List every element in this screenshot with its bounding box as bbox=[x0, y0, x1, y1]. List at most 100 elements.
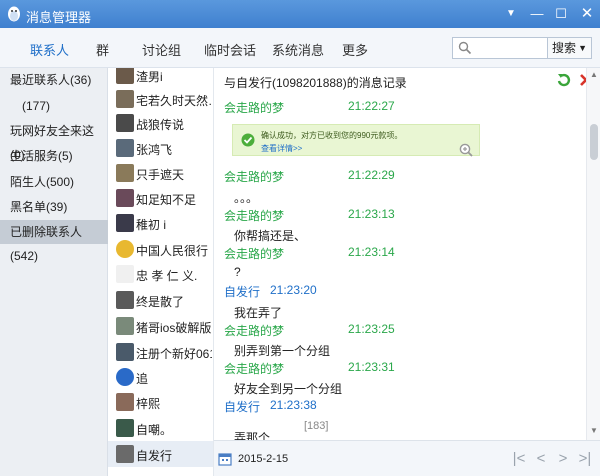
payment-card[interactable]: 确认成功，对方已收到您的990元款项。 查看详情>> bbox=[232, 124, 480, 156]
message-record: 与自发行(1098201888)的消息记录 会走路的梦 21:22:27 确认成… bbox=[214, 68, 586, 440]
contact-item[interactable]: 只手遮天 bbox=[108, 160, 213, 186]
scroll-up-arrow[interactable]: ▲ bbox=[587, 70, 600, 82]
avatar bbox=[116, 265, 134, 283]
contact-item[interactable]: 知足知不足 bbox=[108, 185, 213, 211]
search-button-label: 搜索 bbox=[552, 41, 577, 55]
last-page-button[interactable]: >| bbox=[576, 449, 594, 469]
record-title: 与自发行(1098201888)的消息记录 bbox=[224, 76, 407, 90]
tab-groups[interactable]: 群 bbox=[96, 40, 109, 59]
contact-name: 梓熙 bbox=[136, 397, 161, 411]
message-time: 21:22:27 bbox=[348, 99, 395, 113]
title-bar: 消息管理器 ▼ — ☐ ✕ bbox=[0, 0, 600, 28]
minimize-button[interactable]: — bbox=[526, 4, 548, 24]
sender-name: 会走路的梦 bbox=[224, 209, 285, 223]
next-page-button[interactable]: > bbox=[554, 449, 572, 469]
contact-item[interactable]: 注册个新好0618 bbox=[108, 339, 213, 365]
first-page-button[interactable]: |< bbox=[510, 449, 528, 469]
avatar bbox=[116, 90, 134, 108]
contact-item[interactable]: 张鸿飞 bbox=[108, 135, 213, 161]
category-life-services[interactable]: 生活服务(5) bbox=[0, 144, 108, 168]
window-menu-button[interactable]: ▼ bbox=[500, 4, 522, 24]
contact-item[interactable]: 宅若久时天然… bbox=[108, 86, 213, 112]
refresh-icon[interactable] bbox=[556, 72, 572, 88]
search-icon bbox=[458, 41, 472, 55]
message-text: 好友全到另一个分组 bbox=[234, 382, 343, 396]
scroll-down-arrow[interactable]: ▼ bbox=[587, 426, 600, 438]
message-time: 21:23:13 bbox=[348, 207, 395, 221]
message-time: 21:23:38 bbox=[270, 398, 317, 412]
message-time: 21:23:31 bbox=[348, 360, 395, 374]
avatar bbox=[116, 419, 134, 437]
avatar bbox=[116, 317, 134, 335]
category-gaming-friends[interactable]: 玩网好友全来这(0) bbox=[0, 119, 108, 162]
message-text: ? bbox=[234, 265, 241, 279]
avatar bbox=[116, 445, 134, 463]
sender-name: 会走路的梦 bbox=[224, 362, 285, 376]
message-time: 21:22:29 bbox=[348, 168, 395, 182]
delete-icon[interactable] bbox=[578, 72, 586, 88]
message-text: 我在弄了 bbox=[234, 306, 283, 320]
category-panel: 最近联系人(36) (177) 玩网好友全来这(0) 生活服务(5) 陌生人(5… bbox=[0, 68, 108, 476]
contact-item[interactable]: 自嘲。 bbox=[108, 415, 213, 441]
contact-item[interactable]: 猪哥ios破解版… bbox=[108, 313, 213, 339]
contact-item[interactable]: 稚初 i bbox=[108, 210, 213, 236]
contact-item[interactable]: 追 bbox=[108, 364, 213, 390]
close-button[interactable]: ✕ bbox=[576, 4, 598, 24]
avatar bbox=[116, 368, 134, 386]
scroll-thumb[interactable] bbox=[590, 124, 598, 160]
avatar bbox=[116, 114, 134, 132]
contact-item[interactable]: 终是散了 bbox=[108, 287, 213, 313]
sender-name: 自发行 bbox=[224, 400, 261, 414]
calendar-icon[interactable] bbox=[218, 452, 232, 466]
contact-item[interactable]: 渣男i bbox=[108, 68, 213, 88]
contact-name: 张鸿飞 bbox=[136, 143, 173, 157]
sender-name: 自发行 bbox=[224, 285, 261, 299]
contact-name: 稚初 i bbox=[136, 218, 167, 232]
contact-name: 追 bbox=[136, 372, 149, 386]
category-recent-contacts[interactable]: 最近联系人(36) bbox=[0, 68, 108, 92]
category-deleted-contacts[interactable]: 已删除联系人(542) bbox=[0, 220, 108, 263]
avatar bbox=[116, 164, 134, 182]
avatar bbox=[116, 291, 134, 309]
contact-name: 知足知不足 bbox=[136, 193, 197, 207]
message-time: 21:23:14 bbox=[348, 245, 395, 259]
check-icon bbox=[241, 133, 255, 147]
maximize-button[interactable]: ☐ bbox=[550, 4, 572, 24]
tab-contacts[interactable]: 联系人 bbox=[30, 40, 69, 59]
contact-name: 渣男i bbox=[136, 70, 163, 84]
footer-bar: 2015-2-15 |< < > >| bbox=[214, 440, 600, 476]
contact-item-selected[interactable]: 自发行 bbox=[108, 441, 213, 467]
contact-item[interactable]: 战狼传说 bbox=[108, 110, 213, 136]
chevron-down-icon: ▼ bbox=[578, 43, 587, 53]
tab-system-messages[interactable]: 系统消息 bbox=[272, 40, 324, 59]
search-box bbox=[452, 37, 548, 59]
message-time: 21:23:20 bbox=[270, 283, 317, 297]
contact-name: 终是散了 bbox=[136, 295, 185, 309]
contact-item[interactable]: 梓熙 bbox=[108, 389, 213, 415]
contact-name: 注册个新好0618 bbox=[136, 347, 212, 361]
category-strangers[interactable]: 陌生人(500) bbox=[0, 170, 108, 194]
contact-item[interactable]: 忠 孝 仁 义. bbox=[108, 261, 213, 287]
zoom-icon[interactable] bbox=[459, 143, 473, 157]
search-input[interactable] bbox=[475, 40, 545, 56]
tab-temp-sessions[interactable]: 临时会话 bbox=[204, 40, 256, 59]
prev-page-button[interactable]: < bbox=[532, 449, 550, 469]
tab-more[interactable]: 更多 bbox=[342, 40, 368, 59]
avatar bbox=[116, 214, 134, 232]
record-count: [183] bbox=[304, 420, 329, 432]
tab-discussion-groups[interactable]: 讨论组 bbox=[142, 40, 181, 59]
contact-name: 中国人民很行 bbox=[136, 244, 209, 258]
contact-item[interactable]: 中国人民很行 bbox=[108, 236, 213, 262]
message-time: 21:23:25 bbox=[348, 322, 395, 336]
card-text: 确认成功，对方已收到您的990元款项。 bbox=[261, 131, 403, 140]
category-unnamed[interactable]: (177) bbox=[0, 94, 108, 118]
message-text: 你帮搞还是、 bbox=[234, 229, 307, 243]
sender-name: 会走路的梦 bbox=[224, 170, 285, 184]
date-label[interactable]: 2015-2-15 bbox=[238, 453, 288, 465]
avatar bbox=[116, 189, 134, 207]
avatar bbox=[116, 343, 134, 361]
search-button[interactable]: 搜索 ▼ bbox=[548, 37, 592, 59]
category-blacklist[interactable]: 黑名单(39) bbox=[0, 195, 108, 219]
scrollbar[interactable]: ▲ ▼ bbox=[586, 68, 600, 440]
card-link[interactable]: 查看详情>> bbox=[261, 143, 302, 154]
